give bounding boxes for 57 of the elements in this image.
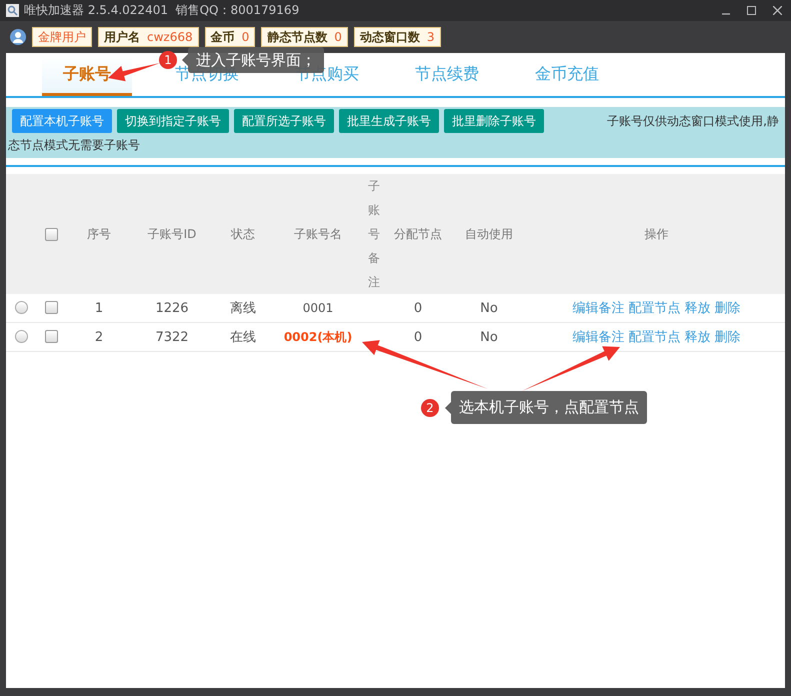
maximize-icon[interactable] [747, 6, 756, 15]
window-title: 唯快加速器 2.5.4.022401 销售QQ：800179169 [24, 2, 300, 19]
avatar-icon [10, 29, 26, 45]
action-link[interactable]: 编辑备注 [572, 330, 624, 345]
action-link[interactable]: 编辑备注 [572, 301, 624, 316]
app-icon [6, 4, 19, 17]
column-header: 子账号备注 [368, 178, 380, 291]
table-cell: 离线 [230, 301, 256, 316]
column-header: 状态 [231, 226, 255, 240]
stat-value: 3 [426, 30, 435, 44]
tab[interactable]: 节点续费 [402, 55, 492, 96]
column-header: 分配节点 [394, 226, 442, 240]
table-cell: No [480, 330, 498, 344]
table-cell: No [480, 300, 498, 316]
action-link[interactable]: 释放 [684, 301, 710, 316]
notice-text: 态节点模式无需要子账号 [8, 137, 140, 154]
row-checkbox[interactable] [44, 330, 58, 344]
toolbar-button[interactable]: 切换到指定子账号 [117, 109, 229, 133]
stat-value: 0 [242, 30, 250, 44]
toolbar-button[interactable]: 配置本机子账号 [12, 109, 112, 133]
stat-value: 0 [334, 30, 342, 44]
toolbar-button[interactable]: 批里生成子账号 [339, 109, 439, 133]
column-header: 操作 [644, 226, 668, 240]
toolbar-button[interactable]: 批里删除子账号 [444, 109, 544, 133]
tab[interactable]: 金币充值 [522, 55, 612, 96]
column-header: 自动使用 [465, 226, 513, 240]
table-cell: 7322 [155, 330, 189, 344]
table-cell: 1226 [155, 300, 189, 316]
table-cell: 0001 [302, 300, 334, 314]
column-header: 序号 [87, 226, 111, 240]
notice-text: 子账号仅供动态窗口模式使用,静 [607, 112, 779, 130]
action-link[interactable]: 配置节点 [628, 301, 680, 316]
row-radio[interactable] [14, 301, 28, 314]
stat-label: 用户名 [104, 28, 140, 46]
action-link[interactable]: 配置节点 [628, 330, 680, 345]
table-cell: 0 [414, 300, 422, 316]
column-header: 子账号名 [294, 226, 342, 240]
table-cell: 0 [414, 330, 422, 344]
column-header: 子账号ID [148, 226, 196, 240]
stat-label: 动态窗口数 [360, 28, 420, 46]
row-checkbox[interactable] [44, 301, 58, 314]
action-link[interactable]: 释放 [684, 330, 710, 345]
callout-tooltip: 选本机子账号，点配置节点 [451, 391, 647, 424]
select-all-checkbox[interactable] [44, 228, 58, 242]
row-radio[interactable] [14, 330, 28, 344]
action-link[interactable]: 删除 [714, 301, 740, 316]
action-link[interactable]: 删除 [714, 330, 740, 345]
stat-label: 金币 [210, 28, 235, 46]
toolbar-button[interactable]: 配置所选子账号 [234, 109, 334, 133]
table-cell: 2 [94, 330, 104, 344]
user-level: 金牌用户 [38, 28, 86, 46]
table-cell: 0002(本机) [284, 330, 352, 344]
stat-value: cwz668 [147, 30, 193, 44]
table-cell: 1 [94, 300, 104, 316]
table-cell: 在线 [230, 330, 256, 345]
stat-label: 静态节点数 [267, 28, 328, 46]
close-icon[interactable] [773, 6, 782, 15]
